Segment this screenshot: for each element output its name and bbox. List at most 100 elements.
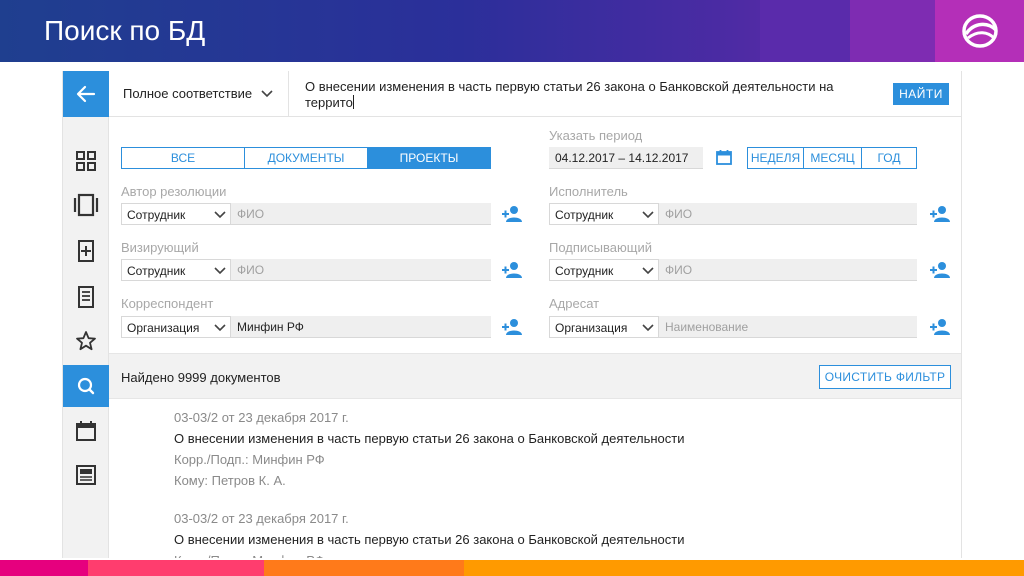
addressee-label: Адресат (549, 296, 600, 311)
period-presets: НЕДЕЛЯ МЕСЯЦ ГОД (747, 147, 917, 169)
author-type-value: Сотрудник (127, 208, 186, 222)
query-line: террито (305, 95, 353, 110)
results-count: Найдено 9999 документов (121, 370, 281, 385)
executor-label: Исполнитель (549, 184, 628, 199)
tab-all[interactable]: ВСЕ (122, 148, 245, 168)
tab-projects[interactable]: ПРОЕКТЫ (368, 148, 490, 168)
period-week-button[interactable]: НЕДЕЛЯ (748, 148, 804, 168)
arrow-left-icon (76, 85, 96, 103)
match-mode-label: Полное соответствие (123, 86, 253, 101)
visa-type-value: Сотрудник (127, 264, 186, 278)
sidebar (63, 71, 109, 558)
author-name-input[interactable]: ФИО (237, 207, 264, 221)
visa-label: Визирующий (121, 240, 199, 255)
doc-recipient: Кому: Петров К. А. (174, 473, 286, 488)
sidebar-item-news[interactable] (70, 459, 102, 491)
signer-field[interactable]: Сотрудник ФИО (549, 259, 917, 281)
sidebar-item-calendar[interactable] (70, 415, 102, 447)
add-user-icon[interactable] (501, 318, 523, 336)
chevron-down-icon (214, 267, 226, 275)
app-window: Полное соответствие О внесении изменения… (62, 71, 962, 558)
header-block (850, 0, 935, 62)
search-icon (77, 377, 95, 395)
signer-label: Подписывающий (549, 240, 652, 255)
calendar-icon[interactable] (715, 148, 733, 166)
signer-type-select[interactable]: Сотрудник (549, 259, 659, 281)
author-label: Автор резолюции (121, 184, 227, 199)
add-user-icon[interactable] (501, 261, 523, 279)
author-field[interactable]: Сотрудник ФИО (121, 203, 491, 225)
doc-title[interactable]: О внесении изменения в часть первую стат… (174, 529, 685, 550)
match-mode-select[interactable]: Полное соответствие (109, 71, 289, 117)
header-block (760, 0, 850, 62)
find-button[interactable]: НАЙТИ (893, 83, 949, 105)
executor-name-input[interactable]: ФИО (665, 207, 692, 221)
results-bar: Найдено 9999 документов ОЧИСТИТЬ ФИЛЬТР (109, 353, 961, 399)
star-icon (76, 331, 96, 351)
back-button[interactable] (63, 71, 109, 117)
list-item[interactable]: 03-03/2 от 23 декабря 2017 г. О внесении… (174, 508, 685, 558)
list-item[interactable]: 03-03/2 от 23 декабря 2017 г. О внесении… (174, 407, 685, 491)
add-user-icon[interactable] (929, 318, 951, 336)
chevron-down-icon (642, 211, 654, 219)
stripe-segment (0, 560, 88, 576)
addressee-name-input[interactable]: Наименование (665, 320, 748, 334)
period-month-button[interactable]: МЕСЯЦ (804, 148, 862, 168)
addressee-type-select[interactable]: Организация (549, 316, 659, 338)
query-line: О внесении изменения в часть первую стат… (305, 79, 834, 94)
correspondent-field[interactable]: Организация Минфин РФ (121, 316, 491, 338)
sidebar-item-document-list[interactable] (70, 281, 102, 313)
signer-type-value: Сотрудник (555, 264, 614, 278)
tab-documents[interactable]: ДОКУМЕНТЫ (245, 148, 368, 168)
doc-type-tabs: ВСЕ ДОКУМЕНТЫ ПРОЕКТЫ (121, 147, 491, 169)
period-label: Указать период (549, 128, 643, 143)
add-user-icon[interactable] (929, 205, 951, 223)
doc-title[interactable]: О внесении изменения в часть первую стат… (174, 428, 685, 449)
doc-number: 03-03/2 от 23 декабря 2017 г. (174, 511, 349, 526)
brand-logo-icon (962, 14, 998, 48)
chevron-down-icon (214, 324, 226, 332)
visa-name-input[interactable]: ФИО (237, 263, 264, 277)
visa-type-select[interactable]: Сотрудник (121, 259, 231, 281)
text-cursor (352, 95, 354, 109)
addressee-type-value: Организация (555, 321, 628, 335)
doc-correspondent: Корр./Подп.: Минфин РФ (174, 452, 325, 467)
period-year-button[interactable]: ГОД (862, 148, 916, 168)
chevron-down-icon (261, 90, 273, 98)
sidebar-item-documents[interactable] (70, 189, 102, 221)
chevron-down-icon (214, 211, 226, 219)
slide-header: Поиск по БД (0, 0, 1024, 62)
correspondent-type-value: Организация (127, 321, 200, 335)
clear-filter-button[interactable]: ОЧИСТИТЬ ФИЛЬТР (819, 365, 951, 389)
executor-field[interactable]: Сотрудник ФИО (549, 203, 917, 225)
date-range-input[interactable]: 04.12.2017 – 14.12.2017 (549, 147, 703, 169)
doc-number: 03-03/2 от 23 декабря 2017 г. (174, 410, 349, 425)
signer-name-input[interactable]: ФИО (665, 263, 692, 277)
calendar-icon (76, 421, 96, 441)
bottom-stripe (0, 560, 1024, 576)
sidebar-item-favorites[interactable] (70, 325, 102, 357)
new-document-icon (78, 240, 94, 262)
search-bar: Полное соответствие О внесении изменения… (109, 71, 961, 117)
documents-icon (73, 193, 99, 217)
grid-icon (76, 151, 96, 171)
add-user-icon[interactable] (501, 205, 523, 223)
correspondent-type-select[interactable]: Организация (121, 316, 231, 338)
executor-type-select[interactable]: Сотрудник (549, 203, 659, 225)
addressee-field[interactable]: Организация Наименование (549, 316, 917, 338)
stripe-segment (264, 560, 464, 576)
executor-type-value: Сотрудник (555, 208, 614, 222)
add-user-icon[interactable] (929, 261, 951, 279)
visa-field[interactable]: Сотрудник ФИО (121, 259, 491, 281)
sidebar-item-grid[interactable] (70, 145, 102, 177)
sidebar-item-search[interactable] (63, 365, 109, 407)
correspondent-name-input[interactable]: Минфин РФ (237, 320, 304, 334)
date-range-value: 04.12.2017 – 14.12.2017 (555, 151, 689, 165)
chevron-down-icon (642, 324, 654, 332)
search-input[interactable]: О внесении изменения в часть первую стат… (305, 79, 865, 111)
sidebar-item-new-document[interactable] (70, 235, 102, 267)
correspondent-label: Корреспондент (121, 296, 214, 311)
stripe-segment (464, 560, 1024, 576)
author-type-select[interactable]: Сотрудник (121, 203, 231, 225)
doc-correspondent: Корр./Подп.: Минфин РФ (174, 550, 685, 558)
